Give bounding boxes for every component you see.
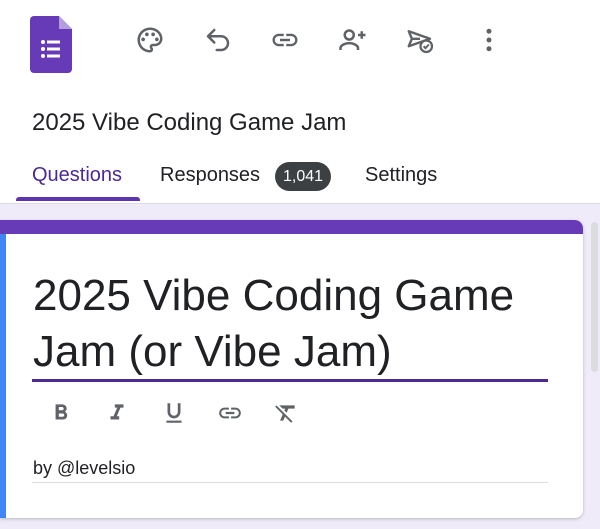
undo-icon <box>206 28 230 52</box>
form-header-card[interactable]: 2025 Vibe Coding Game Jam (or Vibe Jam) … <box>0 220 583 518</box>
link-button[interactable] <box>267 22 303 58</box>
insert-link-button[interactable] <box>213 396 247 430</box>
link-icon <box>219 407 241 419</box>
add-collaborator-button[interactable] <box>335 22 371 58</box>
card-accent-bar <box>0 220 583 234</box>
bold-button[interactable] <box>44 396 78 430</box>
form-description-input[interactable]: by @levelsio <box>33 458 135 479</box>
active-tab-indicator <box>16 197 140 201</box>
document-title[interactable]: 2025 Vibe Coding Game Jam <box>32 109 346 137</box>
tab-responses[interactable]: Responses <box>160 164 260 187</box>
link-icon <box>272 33 298 47</box>
underline-icon <box>166 403 182 423</box>
top-toolbar <box>0 0 600 90</box>
palette-icon <box>137 27 163 53</box>
undo-button[interactable] <box>200 22 236 58</box>
add-person-icon <box>339 29 366 50</box>
form-title-input[interactable]: 2025 Vibe Coding Game Jam (or Vibe Jam) <box>33 268 553 380</box>
title-underline <box>32 379 548 382</box>
tab-settings[interactable]: Settings <box>365 164 437 187</box>
more-vert-icon <box>486 28 492 52</box>
tab-questions[interactable]: Questions <box>32 164 122 187</box>
underline-button[interactable] <box>157 396 191 430</box>
card-focus-indicator <box>0 234 6 518</box>
scrollbar[interactable] <box>589 204 600 529</box>
palette-button[interactable] <box>132 22 168 58</box>
italic-button[interactable] <box>100 396 134 430</box>
form-editor-area: 2025 Vibe Coding Game Jam (or Vibe Jam) … <box>0 203 600 529</box>
send-button[interactable] <box>402 22 438 58</box>
clear-formatting-button[interactable] <box>269 396 303 430</box>
responses-count-badge: 1,041 <box>275 162 331 191</box>
bold-icon <box>55 404 68 420</box>
more-options-button[interactable] <box>471 22 507 58</box>
description-underline <box>32 482 548 483</box>
italic-icon <box>110 404 124 420</box>
scrollbar-thumb[interactable] <box>591 222 598 372</box>
send-icon <box>407 30 434 54</box>
forms-logo[interactable] <box>30 16 72 73</box>
clear-format-icon <box>275 405 295 423</box>
